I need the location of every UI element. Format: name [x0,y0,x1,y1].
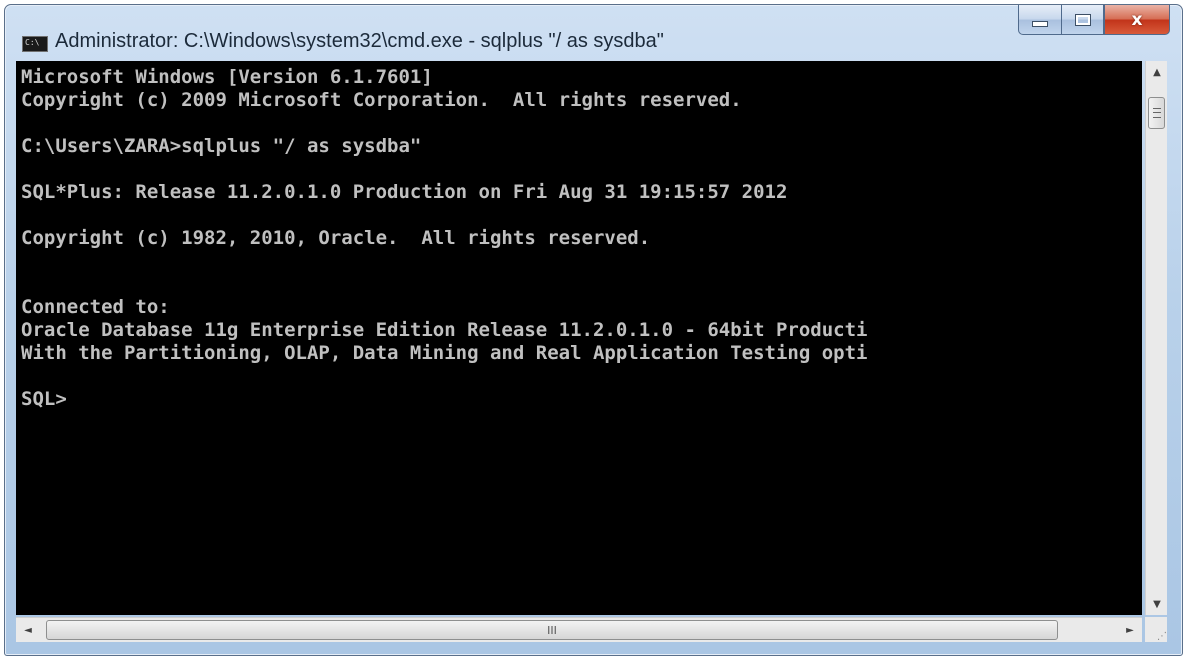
scroll-up-button[interactable]: ▲ [1146,61,1168,83]
console-output: Microsoft Windows [Version 6.1.7601] Cop… [16,61,1142,411]
horizontal-scrollbar[interactable]: ◄ III ► [16,617,1142,642]
close-icon: x [1131,9,1143,30]
arrow-left-icon: ◄ [24,624,32,636]
grip-icon [1152,108,1161,118]
scroll-down-button[interactable]: ▼ [1146,593,1168,615]
maximize-icon [1074,13,1091,26]
arrow-up-icon: ▲ [1153,66,1161,78]
close-button[interactable]: x [1104,5,1170,35]
horizontal-scroll-thumb[interactable]: III [46,620,1058,640]
console-line: Oracle Database 11g Enterprise Edition R… [21,319,868,341]
console-line: Copyright (c) 2009 Microsoft Corporation… [21,89,742,111]
console-line: Connected to: [21,296,170,318]
sql-prompt[interactable]: SQL> [21,388,67,410]
console-line: Copyright (c) 1982, 2010, Oracle. All ri… [21,227,651,249]
resize-grip-icon[interactable]: ⋰ [1145,617,1167,642]
arrow-right-icon: ► [1126,624,1134,636]
title-bar[interactable]: Administrator: C:\Windows\system32\cmd.e… [5,5,1182,61]
arrow-down-icon: ▼ [1153,598,1161,610]
minimize-icon [1032,20,1048,27]
caption-buttons: x [1018,5,1170,35]
maximize-button[interactable] [1061,5,1104,35]
vertical-scroll-thumb[interactable] [1148,97,1165,129]
console-line: SQL*Plus: Release 11.2.0.1.0 Production … [21,181,788,203]
minimize-button[interactable] [1018,5,1061,35]
console-area[interactable]: Microsoft Windows [Version 6.1.7601] Cop… [16,61,1142,615]
console-line: Microsoft Windows [Version 6.1.7601] [21,66,433,88]
grip-icon: III [547,623,557,637]
scroll-right-button[interactable]: ► [1118,618,1142,642]
console-line: With the Partitioning, OLAP, Data Mining… [21,342,868,364]
window-title: Administrator: C:\Windows\system32\cmd.e… [55,30,664,52]
cmd-icon[interactable] [22,36,48,52]
console-line: C:\Users\ZARA>sqlplus "/ as sysdba" [21,135,422,157]
vertical-scrollbar[interactable]: ▲ ▼ [1145,61,1167,615]
scroll-left-button[interactable]: ◄ [16,618,40,642]
